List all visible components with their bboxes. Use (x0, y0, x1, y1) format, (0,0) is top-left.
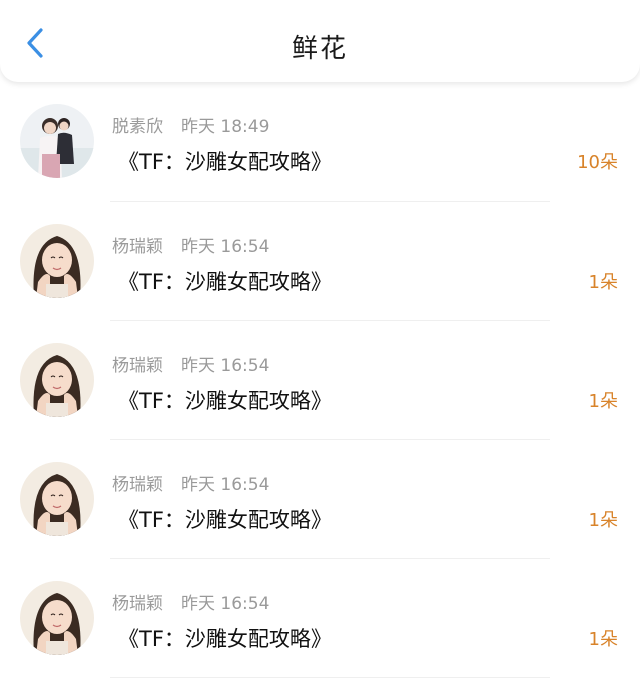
list-item[interactable]: 杨瑞颖 昨天 16:54 《TF：沙雕女配攻略》 1朵 (0, 202, 640, 321)
flower-count: 1朵 (588, 629, 618, 650)
header: 鲜花 (0, 0, 640, 82)
send-time: 昨天 16:54 (181, 594, 270, 614)
divider (110, 677, 550, 678)
send-time: 昨天 16:54 (181, 356, 270, 376)
avatar[interactable] (20, 104, 94, 178)
book-title: 《TF：沙雕女配攻略》 (118, 508, 332, 532)
send-time: 昨天 16:54 (181, 237, 270, 257)
sender-name: 脱素欣 (112, 117, 163, 137)
flower-count: 1朵 (588, 272, 618, 293)
flowers-page: 鲜花 脱素欣 昨天 18:49 《TF：沙雕女配攻略》 10朵 杨瑞颖 昨天 1… (0, 0, 640, 684)
list-item[interactable]: 杨瑞颖 昨天 16:54 《TF：沙雕女配攻略》 1朵 (0, 440, 640, 559)
avatar[interactable] (20, 462, 94, 536)
list-item[interactable]: 杨瑞颖 昨天 16:54 《TF：沙雕女配攻略》 1朵 (0, 321, 640, 440)
avatar[interactable] (20, 224, 94, 298)
flower-count: 10朵 (577, 152, 618, 173)
avatar[interactable] (20, 343, 94, 417)
list-item[interactable]: 杨瑞颖 昨天 16:54 《TF：沙雕女配攻略》 1朵 (0, 559, 640, 678)
flower-count: 1朵 (588, 391, 618, 412)
send-time: 昨天 16:54 (181, 475, 270, 495)
sender-name: 杨瑞颖 (112, 594, 163, 614)
sender-name: 杨瑞颖 (112, 237, 163, 257)
flower-record-list: 脱素欣 昨天 18:49 《TF：沙雕女配攻略》 10朵 杨瑞颖 昨天 16:5… (0, 82, 640, 678)
page-title: 鲜花 (291, 34, 348, 64)
book-title: 《TF：沙雕女配攻略》 (118, 389, 332, 413)
book-title: 《TF：沙雕女配攻略》 (118, 150, 332, 174)
sender-name: 杨瑞颖 (112, 475, 163, 495)
book-title: 《TF：沙雕女配攻略》 (118, 270, 332, 294)
flower-count: 1朵 (588, 510, 618, 531)
avatar[interactable] (20, 581, 94, 655)
list-item[interactable]: 脱素欣 昨天 18:49 《TF：沙雕女配攻略》 10朵 (0, 82, 640, 202)
book-title: 《TF：沙雕女配攻略》 (118, 627, 332, 651)
sender-name: 杨瑞颖 (112, 356, 163, 376)
send-time: 昨天 18:49 (181, 117, 270, 137)
